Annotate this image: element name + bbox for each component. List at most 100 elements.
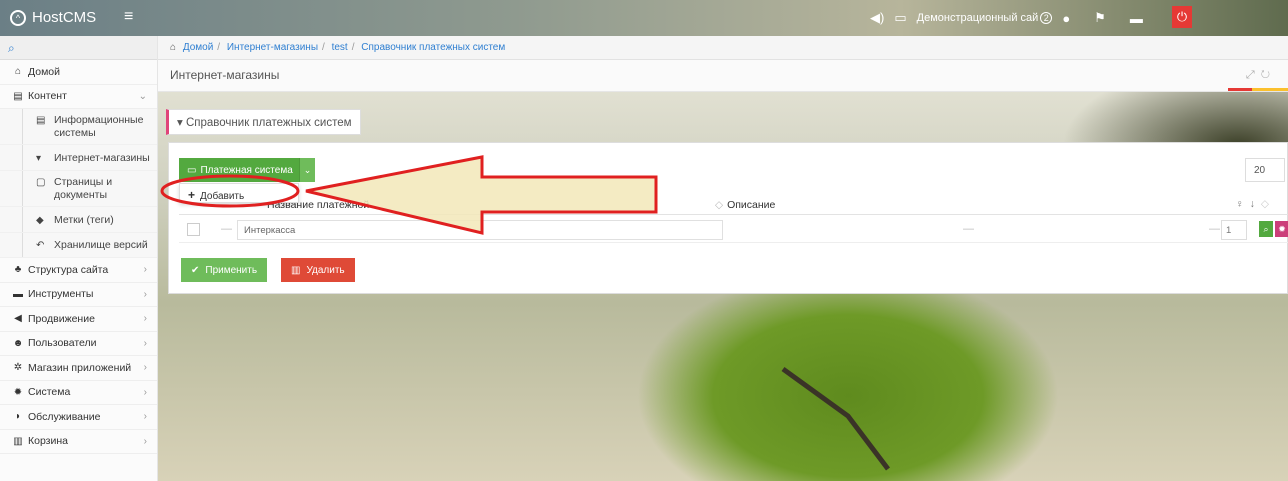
- sidebar-subitem-label: Хранилище версий: [54, 239, 148, 251]
- sidebar-item-appstore[interactable]: ✲ Магазин приложений ›: [0, 356, 157, 381]
- apps-icon: ✲: [13, 362, 23, 374]
- sidebar-item-content[interactable]: ▤ Контент ⌄: [0, 85, 157, 109]
- chevron-right-icon: ›: [143, 435, 147, 447]
- breadcrumb: ⌂ Домой / Интернет-магазины / test / Справо…: [158, 36, 1288, 60]
- sidebar-item-home[interactable]: ⌂ Домой: [0, 60, 157, 85]
- sidebar-item-system[interactable]: ✹ Система ›: [0, 381, 157, 405]
- column-header-description[interactable]: ◇ Описание: [715, 199, 775, 211]
- chevron-right-icon: ›: [143, 288, 147, 300]
- sidebar-item-label: Домой: [28, 65, 60, 78]
- breadcrumb-test[interactable]: test: [332, 42, 348, 53]
- apply-button-label: Применить: [205, 264, 258, 276]
- header-tools: ⤢↻: [1246, 69, 1276, 82]
- flag-icon[interactable]: ⚑: [1094, 10, 1106, 26]
- sidebar-subitem-tags[interactable]: ◆ Метки (теги): [0, 207, 157, 233]
- document-icon: ▢: [36, 177, 46, 188]
- sidebar: ⌕ ⌂ Домой ▤ Контент ⌄ ▤ Информационные с…: [0, 36, 158, 481]
- row-checkbox[interactable]: [187, 223, 200, 236]
- sidebar-subitem-pages[interactable]: ▢ Страницы и документы: [0, 171, 157, 207]
- monitor-icon[interactable]: ▭: [894, 10, 906, 26]
- sidebar-item-trash[interactable]: ▥ Корзина ›: [0, 430, 157, 454]
- power-icon[interactable]: ⏻: [1172, 6, 1192, 28]
- check-icon: ✔: [191, 264, 200, 276]
- logo-text: HostCMS: [32, 9, 97, 26]
- sort-icon: ◇: [715, 199, 724, 211]
- cart-icon: ▾: [36, 152, 42, 164]
- expand-icon[interactable]: ⤢: [1246, 69, 1261, 81]
- site-selector[interactable]: Демонстрационный сай: [917, 12, 1039, 24]
- sidebar-subitem-label: Страницы и документы: [54, 176, 113, 201]
- top-bar-right: ◀) ▭ Демонстрационный сай 2 ● ⚑ ▬: [870, 10, 1143, 26]
- chevron-right-icon: ›: [143, 264, 147, 276]
- sidebar-item-users[interactable]: ☻ Пользователи ›: [0, 332, 157, 356]
- row-dash: —: [1209, 223, 1220, 235]
- sidebar-search[interactable]: ⌕: [0, 36, 157, 60]
- sidebar-subitem-label: Метки (теги): [54, 213, 114, 226]
- delete-button[interactable]: ▥ Удалить: [281, 258, 355, 282]
- sidebar-item-label: Корзина: [28, 435, 68, 448]
- column-header-icons: ♀↓◇: [1236, 198, 1275, 210]
- search-icon: ⌕: [8, 41, 15, 55]
- home-icon[interactable]: ⌂: [170, 42, 176, 53]
- header-accent-lines: [1228, 88, 1288, 91]
- gear-icon: ✹: [13, 386, 23, 398]
- sidebar-subitem-versions[interactable]: ↶ Хранилище версий: [0, 233, 157, 258]
- chevron-right-icon: ›: [143, 386, 147, 398]
- sidebar-subitem-infosystems[interactable]: ▤ Информационные системы: [0, 109, 157, 145]
- sidebar-subitem-shops[interactable]: ▾ Интернет-магазины: [0, 145, 157, 171]
- settings-icon[interactable]: ✹: [1275, 221, 1288, 237]
- sound-icon[interactable]: ◀): [870, 10, 884, 26]
- sidebar-item-structure[interactable]: ♣ Структура сайта ›: [0, 258, 157, 283]
- refresh-icon[interactable]: ↻: [1261, 69, 1276, 81]
- sort-icon: ◇: [1260, 198, 1275, 210]
- breadcrumb-payment-systems[interactable]: Справочник платежных систем: [361, 42, 505, 53]
- apply-button[interactable]: ✔ Применить: [181, 258, 268, 282]
- top-bar: ^ HostCMS ≡ ◀) ▭ Демонстрационный сай 2 …: [0, 0, 1288, 36]
- user-icon[interactable]: ●: [1062, 11, 1070, 26]
- sidebar-item-label: Пользователи: [28, 337, 97, 350]
- column-desc-label: Описание: [727, 199, 776, 211]
- row-sort-input[interactable]: 1: [1221, 220, 1247, 240]
- menu-toggle-icon[interactable]: ≡: [124, 8, 133, 26]
- chat-icon[interactable]: ▬: [1130, 11, 1143, 26]
- tag-icon: ◆: [36, 214, 44, 226]
- per-page-select[interactable]: 20: [1245, 158, 1285, 182]
- notification-badge: 2: [1040, 12, 1053, 24]
- sidebar-item-maintenance[interactable]: ◗ Обслуживание ›: [0, 405, 157, 430]
- bulb-icon[interactable]: ♀: [1236, 198, 1250, 210]
- page-title: Интернет-магазины: [170, 68, 280, 82]
- sidebar-item-label: Система: [28, 386, 71, 399]
- sidebar-item-promotion[interactable]: ◀ Продвижение ›: [0, 307, 157, 332]
- payment-system-button[interactable]: ▭ Платежная система: [179, 158, 301, 182]
- sidebar-item-label: Магазин приложений: [28, 361, 132, 374]
- sidebar-item-tools[interactable]: ▬ Инструменты ›: [0, 283, 157, 307]
- trash-icon: ▥: [291, 264, 301, 276]
- add-menu-item[interactable]: + Добавить: [179, 183, 299, 203]
- hostcms-logo[interactable]: ^ HostCMS: [10, 9, 96, 26]
- sidebar-subitem-label: Интернет-магазины: [54, 151, 150, 164]
- breadcrumb-home[interactable]: Домой: [183, 42, 213, 53]
- trash-icon: ▥: [13, 435, 23, 447]
- sidebar-item-label: Продвижение: [28, 312, 95, 325]
- row-description-dash: —: [963, 223, 974, 235]
- search-icon[interactable]: ⌕: [1259, 221, 1273, 237]
- chevron-right-icon: ›: [143, 313, 147, 325]
- dropdown-toggle-button[interactable]: ⌄: [299, 158, 315, 182]
- delete-button-label: Удалить: [306, 264, 345, 276]
- widget-title: ▾ Справочник платежных систем: [166, 109, 361, 135]
- payment-system-button-label: Платежная система: [200, 164, 293, 176]
- table-row: — Интеркасса — — 1 ⌕ ✹: [179, 217, 1288, 243]
- sitemap-icon: ♣: [14, 264, 22, 276]
- plus-icon: +: [188, 188, 196, 202]
- sort-order-icon[interactable]: ↓: [1250, 198, 1261, 210]
- row-id-dash: —: [221, 223, 232, 235]
- rocket-icon: ◀: [14, 313, 22, 325]
- breadcrumb-shops[interactable]: Интернет-магазины: [227, 42, 318, 53]
- tools-icon: ▬: [13, 288, 23, 300]
- chevron-down-icon: ⌄: [303, 165, 312, 175]
- sidebar-item-label: Обслуживание: [28, 410, 101, 423]
- logo-icon: ^: [10, 9, 26, 26]
- table-header: Название платежной ◇ Описание ♀↓◇: [179, 195, 1288, 215]
- row-name-input[interactable]: Интеркасса: [237, 220, 723, 240]
- credit-card-icon: ▭: [187, 164, 197, 176]
